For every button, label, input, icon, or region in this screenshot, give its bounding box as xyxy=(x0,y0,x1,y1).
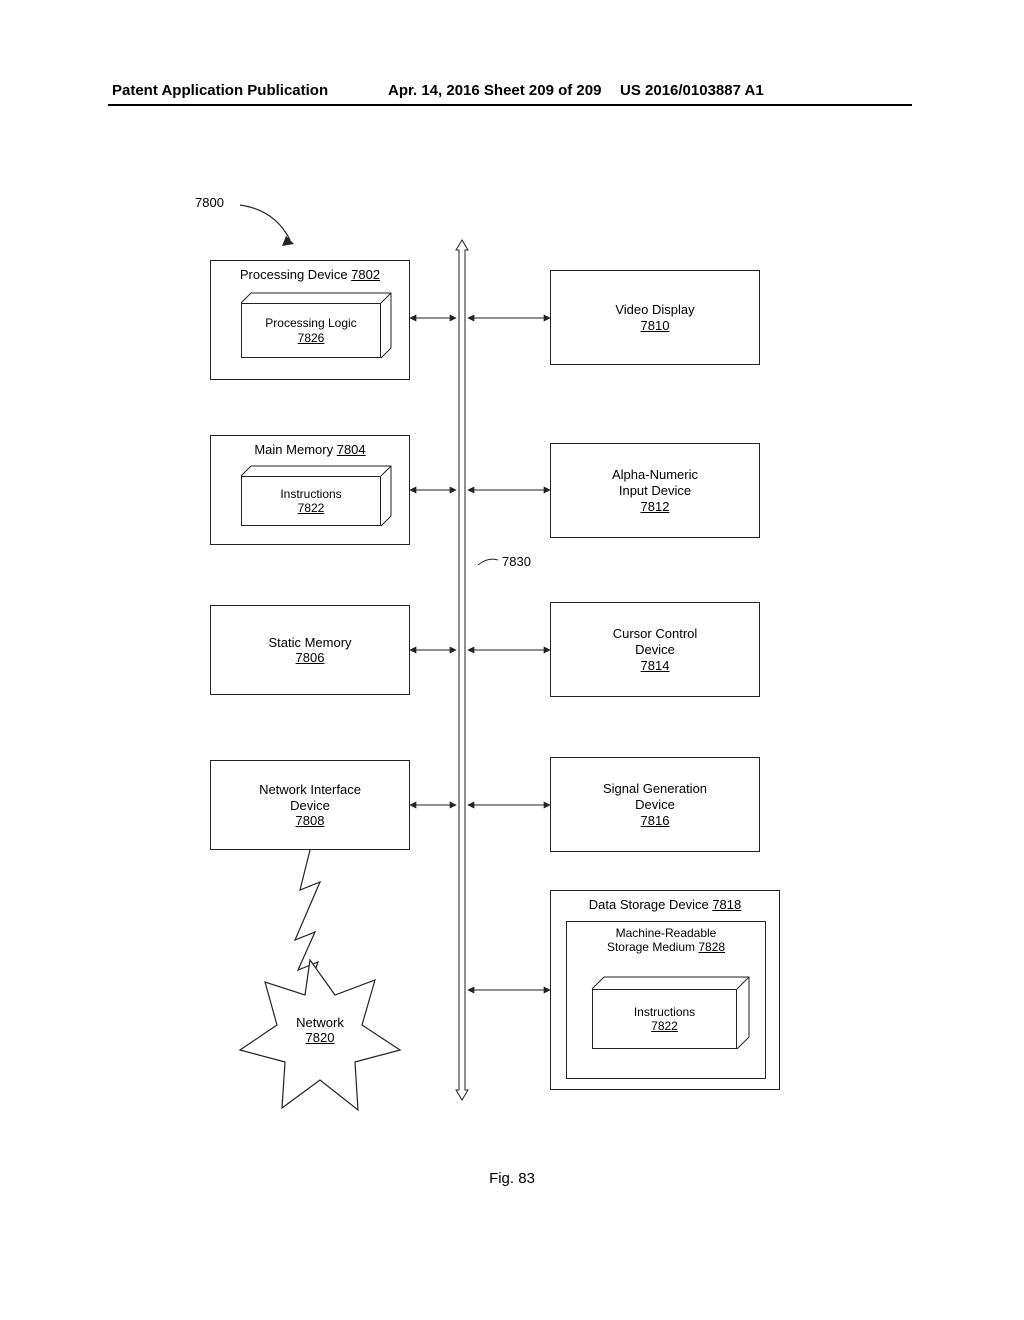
cursor-control-box: Cursor Control Device 7814 xyxy=(550,602,760,697)
data-storage-box: Data Storage Device 7818 Machine-Readabl… xyxy=(550,890,780,1090)
page: Patent Application Publication Apr. 14, … xyxy=(0,0,1024,1320)
processing-device-box: Processing Device 7802 Processing Logic … xyxy=(210,260,410,380)
mrsm-box: Machine-Readable Storage Medium 7828 Ins… xyxy=(566,921,766,1079)
lightning-icon xyxy=(295,850,320,985)
video-display-box: Video Display 7810 xyxy=(550,270,760,365)
alpha-numeric-box: Alpha-Numeric Input Device 7812 xyxy=(550,443,760,538)
diagram: 7830 Processing Device 7802 Processing L… xyxy=(110,170,910,1170)
header-mid: Apr. 14, 2016 Sheet 209 of 209 xyxy=(388,82,601,99)
storage-instructions-cube: Instructions 7822 xyxy=(592,977,752,1057)
header-left: Patent Application Publication xyxy=(112,82,328,99)
main-memory-instructions-cube: Instructions 7822 xyxy=(241,466,391,531)
signal-gen-box: Signal Generation Device 7816 xyxy=(550,757,760,852)
nic-box: Network Interface Device 7808 xyxy=(210,760,410,850)
network-label: Network 7820 xyxy=(280,1015,360,1045)
main-memory-box: Main Memory 7804 Instructions 7822 xyxy=(210,435,410,545)
bus-ref-label: 7830 xyxy=(502,554,531,569)
figure-label: Fig. 83 xyxy=(0,1170,1024,1187)
header-right: US 2016/0103887 A1 xyxy=(620,82,764,99)
static-memory-box: Static Memory 7806 xyxy=(210,605,410,695)
header-rule xyxy=(108,104,912,106)
processing-logic-cube: Processing Logic 7826 xyxy=(241,293,391,363)
bus-icon xyxy=(456,240,468,1100)
